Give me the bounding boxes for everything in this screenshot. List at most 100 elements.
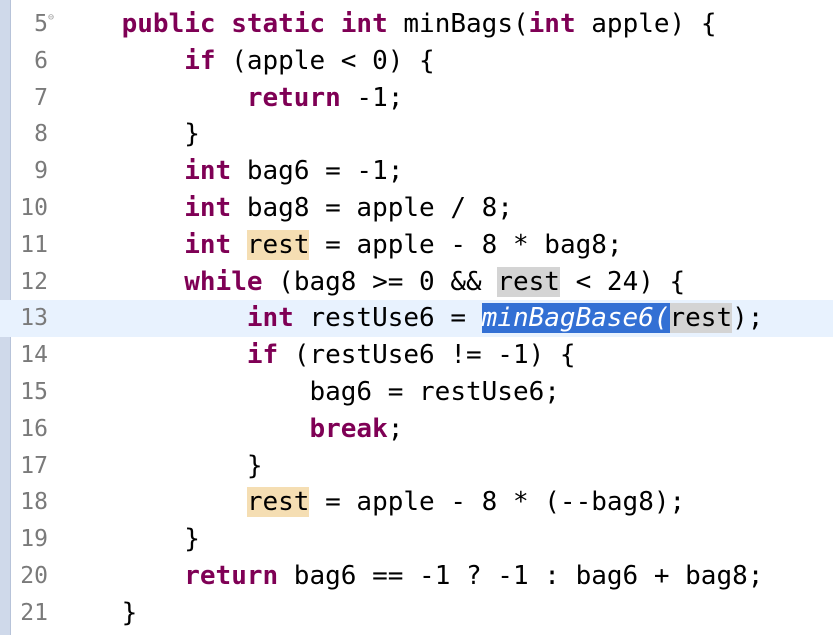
- code-text[interactable]: int bag6 = -1;: [59, 153, 403, 190]
- code-text[interactable]: bag6 = restUse6;: [59, 374, 560, 411]
- line-number: 18: [20, 489, 48, 516]
- occurrence-highlight: rest: [246, 229, 310, 260]
- code-text[interactable]: }: [59, 448, 263, 485]
- code-line[interactable]: 21 }: [0, 595, 833, 632]
- code-text[interactable]: int restUse6 = minBagBase6(rest);: [59, 300, 763, 337]
- code-text[interactable]: rest = apple - 8 * (--bag8);: [59, 484, 685, 521]
- keyword-token: int: [184, 156, 232, 187]
- keyword-token: static: [231, 9, 326, 39]
- line-number: 5: [34, 11, 48, 37]
- line-number: 17: [20, 452, 48, 479]
- code-token: < 24) {: [559, 266, 686, 297]
- code-token: bag6 = -1;: [231, 156, 404, 187]
- code-token: );: [732, 303, 764, 334]
- code-line[interactable]: 15 bag6 = restUse6;: [0, 374, 833, 411]
- code-text[interactable]: int bag8 = apple / 8;: [59, 190, 513, 227]
- code-token: }: [59, 450, 263, 481]
- line-number: 7: [34, 84, 48, 111]
- keyword-token: int: [184, 229, 232, 260]
- code-line[interactable]: 8 }: [0, 116, 833, 153]
- code-token: bag6 = restUse6;: [59, 377, 560, 407]
- selected-text: minBagBase6(: [481, 303, 670, 334]
- code-line[interactable]: 17 }: [0, 448, 833, 485]
- keyword-token: int: [340, 9, 388, 39]
- line-number: 21: [20, 599, 48, 626]
- code-text[interactable]: if (restUse6 != -1) {: [59, 337, 576, 374]
- keyword-token: return: [246, 82, 341, 113]
- code-token: = apple - 8 * (--bag8);: [309, 487, 686, 518]
- code-token: }: [59, 524, 200, 555]
- line-number: 9: [34, 158, 48, 185]
- code-line[interactable]: 9 int bag6 = -1;: [0, 153, 833, 190]
- code-line[interactable]: 20 return bag6 == -1 ? -1 : bag6 + bag8;: [0, 558, 833, 595]
- keyword-token: if: [246, 340, 279, 371]
- code-text[interactable]: return -1;: [59, 80, 404, 117]
- line-number: 11: [20, 231, 48, 258]
- code-token: minBags(: [387, 9, 529, 39]
- code-token: apple) {: [575, 9, 717, 39]
- code-line[interactable]: 18 rest = apple - 8 * (--bag8);: [0, 484, 833, 521]
- code-text[interactable]: }: [59, 521, 200, 558]
- code-token: }: [59, 597, 138, 628]
- keyword-token: while: [184, 266, 263, 297]
- code-text[interactable]: if (apple < 0) {: [59, 43, 435, 80]
- keyword-token: int: [528, 9, 576, 39]
- line-number: 14: [20, 342, 48, 369]
- line-number: 10: [20, 195, 48, 221]
- code-token: -1;: [340, 82, 404, 113]
- code-text[interactable]: }: [59, 595, 138, 632]
- occurrence-highlight: rest: [246, 487, 310, 518]
- code-token: ;: [387, 413, 404, 444]
- line-number: 16: [20, 415, 48, 442]
- line-number: 8: [34, 121, 48, 148]
- code-line[interactable]: 11 int rest = apple - 8 * bag8;: [0, 227, 833, 264]
- keyword-token: return: [184, 561, 279, 591]
- code-token: bag8 = apple / 8;: [231, 193, 513, 223]
- code-line[interactable]: 16 break;: [0, 411, 833, 448]
- code-line[interactable]: 14 if (restUse6 != -1) {: [0, 337, 833, 374]
- code-text[interactable]: break;: [59, 411, 403, 448]
- keyword-token: if: [184, 45, 216, 76]
- code-token: (restUse6 != -1) {: [278, 340, 576, 371]
- code-line[interactable]: 10 int bag8 = apple / 8;: [0, 190, 833, 227]
- code-line[interactable]: 13 int restUse6 = minBagBase6(rest);: [0, 300, 833, 338]
- line-number: 6: [34, 47, 48, 74]
- code-line[interactable]: 19 }: [0, 521, 833, 558]
- line-number: 13: [20, 305, 48, 332]
- code-text[interactable]: }: [59, 116, 200, 153]
- line-number: 12: [20, 268, 48, 295]
- code-token: }: [59, 119, 200, 150]
- keyword-token: int: [184, 193, 232, 223]
- occurrence-highlight: rest: [669, 303, 733, 334]
- code-token: bag6 == -1 ? -1 : bag6 + bag8;: [278, 561, 764, 591]
- line-number: 19: [20, 526, 48, 553]
- code-token: (bag8 >= 0 &&: [262, 266, 498, 297]
- code-editor[interactable]: 5 ⊖ public static int minBags(int apple) …: [0, 0, 833, 635]
- keyword-token: break: [309, 413, 388, 444]
- line-number: 20: [20, 563, 48, 589]
- code-line[interactable]: 7 return -1;: [0, 80, 833, 117]
- code-text[interactable]: public static int minBags(int apple) {: [59, 6, 717, 43]
- code-text[interactable]: while (bag8 >= 0 && rest < 24) {: [59, 264, 685, 301]
- code-text[interactable]: int rest = apple - 8 * bag8;: [59, 227, 623, 264]
- keyword-token: int: [246, 303, 294, 334]
- fold-toggle-icon[interactable]: ⊖: [48, 12, 54, 23]
- code-token: restUse6 =: [293, 303, 482, 334]
- code-text[interactable]: return bag6 == -1 ? -1 : bag6 + bag8;: [59, 558, 763, 595]
- code-line[interactable]: 6 if (apple < 0) {: [0, 43, 833, 80]
- code-line[interactable]: 5 ⊖ public static int minBags(int apple) …: [0, 6, 833, 43]
- code-token: (apple < 0) {: [215, 45, 435, 76]
- code-line[interactable]: 12 while (bag8 >= 0 && rest < 24) {: [0, 264, 833, 301]
